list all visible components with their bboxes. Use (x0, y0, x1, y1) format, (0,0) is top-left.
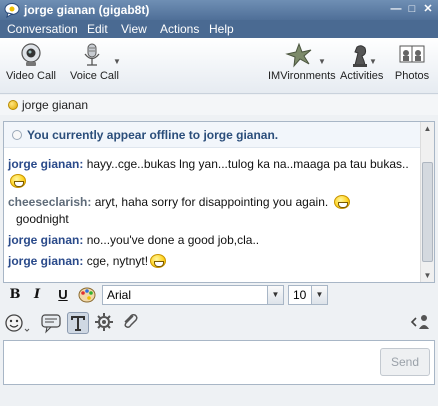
send-button[interactable]: Send (380, 348, 430, 376)
message-text-continued: goodnight (16, 212, 69, 226)
chevron-down-icon[interactable]: ▼ (311, 286, 327, 304)
close-button[interactable]: ✕ (421, 2, 435, 16)
emoticons-button[interactable] (4, 312, 30, 334)
gear-icon (95, 313, 113, 331)
message-sender: jorge gianan: (8, 157, 84, 171)
font-family-select[interactable]: Arial ▼ (102, 285, 284, 305)
voice-call-button[interactable]: Voice Call (70, 42, 119, 92)
italic-button[interactable]: I (28, 286, 46, 304)
text-t-icon (71, 316, 85, 331)
message-item: cheeseclarish: aryt, haha sorry for disa… (8, 194, 416, 228)
scroll-down-icon[interactable]: ▼ (421, 269, 434, 282)
collapse-panel-button[interactable] (410, 312, 432, 334)
conversation-scrollbar[interactable]: ▲ ▼ (420, 122, 434, 282)
font-size-value: 10 (293, 288, 307, 302)
speech-bubble-icon (41, 314, 61, 334)
photos-icon (399, 45, 425, 63)
smiley-icon (5, 314, 30, 332)
message-text: aryt, haha sorry for disappointing you a… (94, 195, 329, 209)
activities-label: Activities (340, 70, 384, 82)
menu-actions[interactable]: Actions (160, 22, 199, 36)
scroll-thumb[interactable] (422, 162, 433, 262)
font-size-select[interactable]: 10 ▼ (288, 285, 328, 305)
message-list: jorge gianan: hayy..cge..bukas lng yan..… (8, 156, 416, 274)
photos-button[interactable]: Photos (392, 42, 432, 92)
big-grin-emoticon-icon (10, 174, 26, 188)
menu-help[interactable]: Help (209, 22, 234, 36)
message-sender: cheeseclarish: (8, 195, 92, 209)
contact-name: jorge gianan (22, 98, 89, 112)
activities-dropdown-icon[interactable]: ▼ (369, 57, 377, 66)
tools-bar (0, 310, 438, 338)
offline-notice: You currently appear offline to jorge gi… (4, 122, 422, 148)
menu-edit[interactable]: Edit (87, 22, 108, 36)
minimize-button[interactable]: — (389, 2, 403, 16)
bold-button[interactable]: B (6, 286, 24, 304)
text-color-button[interactable] (78, 286, 96, 304)
window-title: jorge gianan (gigab8t) (24, 3, 150, 17)
menu-view[interactable]: View (121, 22, 147, 36)
webcam-icon (21, 43, 41, 66)
message-text: no...you've done a good job,cla.. (86, 233, 260, 247)
toolbar: Video Call Voice Call ▼ IMVironments ▼ A… (0, 38, 438, 94)
message-text: cge, nytnyt! (86, 254, 149, 268)
chevron-down-icon[interactable]: ▼ (267, 286, 283, 304)
underline-button[interactable]: U (54, 286, 72, 304)
offline-notice-text: You currently appear offline to jorge gi… (27, 128, 279, 142)
font-family-value: Arial (107, 288, 132, 302)
title-bar: jorge gianan (gigab8t) — □ ✕ (0, 0, 438, 20)
scroll-up-icon[interactable]: ▲ (421, 122, 434, 135)
message-item: jorge gianan: cge, nytnyt! (8, 253, 416, 270)
imvironments-button[interactable]: IMVironments (268, 42, 336, 92)
message-item: jorge gianan: hayy..cge..bukas lng yan..… (8, 156, 416, 190)
message-sender: jorge gianan: (8, 233, 84, 247)
paperclip-icon (124, 314, 138, 328)
menu-bar: Conversation Edit View Actions Help (0, 20, 438, 38)
color-palette-icon (78, 287, 96, 303)
message-item: jorge gianan: no...you've done a good jo… (8, 232, 416, 249)
menu-conversation[interactable]: Conversation (7, 22, 78, 36)
user-arrow-icon (410, 315, 429, 329)
message-sender: jorge gianan: (8, 254, 84, 268)
maximize-button[interactable]: □ (405, 2, 419, 16)
status-icon (8, 100, 18, 110)
video-call-label: Video Call (6, 70, 56, 82)
message-text: hayy..cge..bukas lng yan...tulog ka na..… (86, 157, 409, 171)
offline-status-icon (12, 130, 22, 140)
video-call-button[interactable]: Video Call (6, 42, 56, 92)
microphone-icon (84, 43, 100, 66)
conversation-area: You currently appear offline to jorge gi… (3, 121, 435, 283)
settings-button[interactable] (94, 312, 116, 334)
voice-call-label: Voice Call (70, 70, 119, 82)
format-bar: B I U Arial ▼ 10 ▼ (0, 284, 438, 306)
audibles-button[interactable] (40, 312, 62, 334)
message-input[interactable] (3, 340, 435, 385)
imvironments-dropdown-icon[interactable]: ▼ (318, 57, 326, 66)
big-grin-emoticon-icon (150, 254, 167, 268)
voice-call-dropdown-icon[interactable]: ▼ (113, 57, 121, 66)
activities-button[interactable]: Activities (340, 42, 384, 92)
yahoo-messenger-icon (4, 3, 20, 18)
big-grin-emoticon-icon (333, 195, 350, 209)
photos-label: Photos (394, 70, 430, 82)
contact-row[interactable]: jorge gianan (0, 95, 438, 115)
attach-file-button[interactable] (120, 312, 142, 334)
imvironments-icon (285, 42, 312, 68)
text-format-toggle[interactable] (67, 312, 89, 334)
imvironments-label: IMVironments (268, 70, 336, 82)
